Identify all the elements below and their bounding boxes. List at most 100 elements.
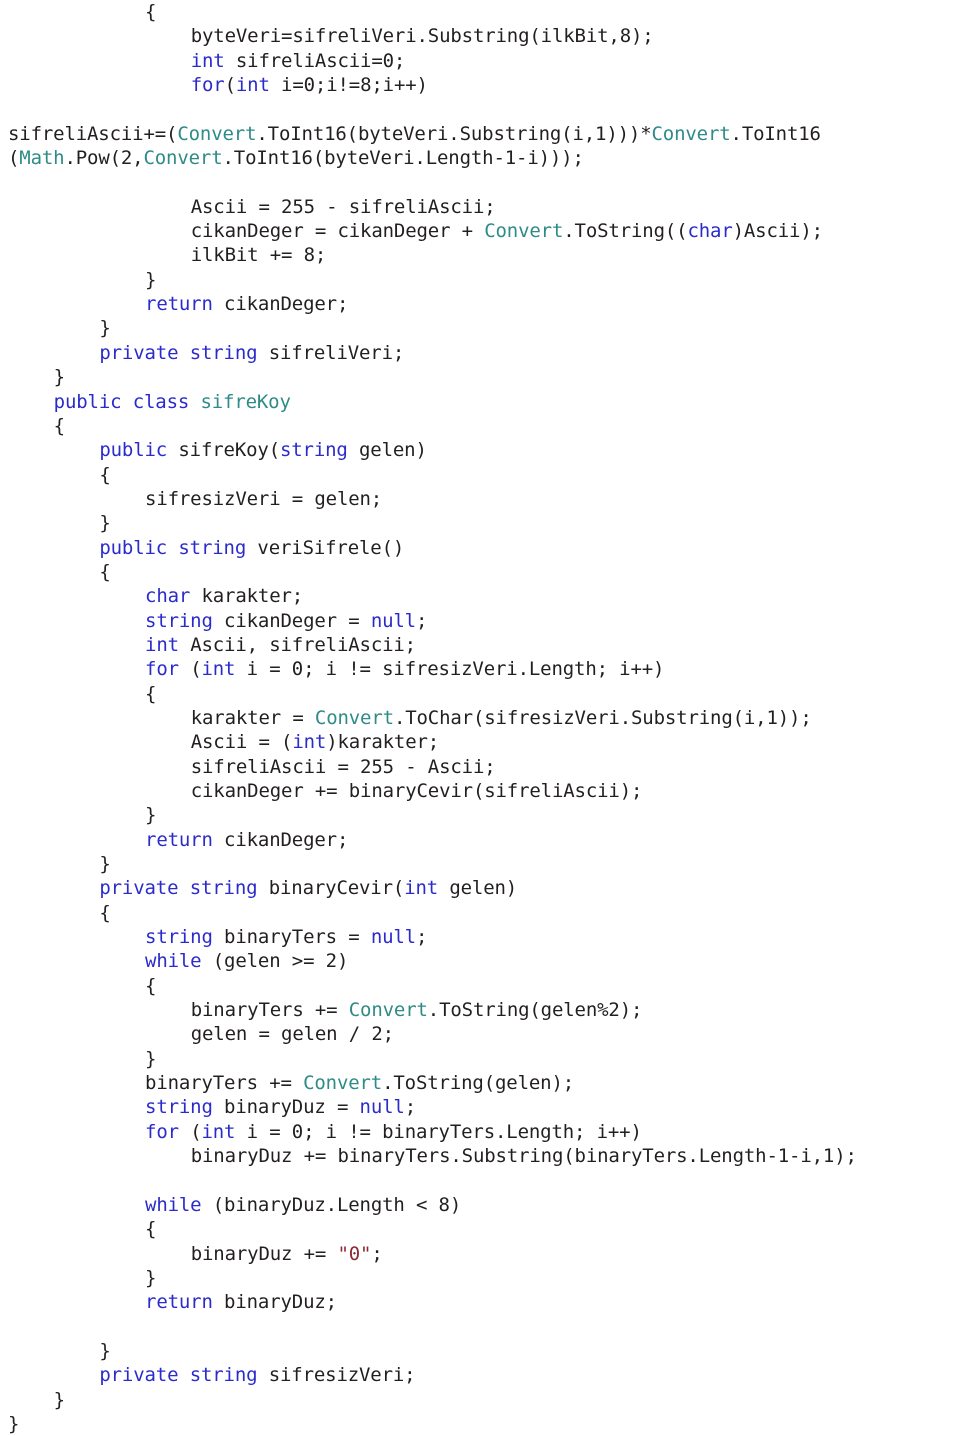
code-line: karakter = Convert.ToChar(sifresizVeri.S… — [0, 706, 960, 730]
code-token-pln: .Pow(2, — [64, 147, 144, 170]
code-line: private string sifreliVeri; — [0, 341, 960, 365]
code-token-kw: string — [178, 536, 247, 559]
code-token-pln: karakter; — [190, 585, 304, 608]
code-token-pln: .ToInt16(byteVeri.Length-1-i))); — [222, 147, 584, 170]
code-token-kw: int — [292, 731, 327, 754]
code-token-pln: sifresizVeri = gelen; — [145, 487, 383, 510]
code-token-pln: sifreliVeri; — [257, 341, 405, 364]
code-line: } — [0, 803, 960, 827]
code-token-pln: karakter = — [190, 706, 315, 729]
code-token-kw: string — [189, 341, 258, 364]
code-token-typ: Convert — [484, 220, 564, 243]
code-line: } — [0, 1339, 960, 1363]
code-token-pln: ( — [178, 1120, 202, 1143]
code-line: cikanDeger = cikanDeger + Convert.ToStri… — [0, 219, 960, 243]
code-token-pln: )Ascii); — [732, 220, 823, 243]
code-token-pln: cikanDeger += binaryCevir(sifreliAscii); — [190, 780, 643, 802]
code-line: } — [0, 1047, 960, 1071]
code-line: ilkBit += 8; — [0, 243, 960, 267]
code-line: (Math.Pow(2,Convert.ToInt16(byteVeri.Len… — [0, 146, 960, 170]
code-line: for (int i = 0; i != sifresizVeri.Length… — [0, 657, 960, 681]
code-line: binaryDuz += "0"; — [0, 1242, 960, 1266]
code-token-kw: for — [145, 1120, 179, 1143]
code-token-str: "0" — [337, 1242, 372, 1265]
code-token-typ: Convert — [177, 122, 257, 145]
code-token-pln: cikanDeger; — [212, 293, 349, 316]
code-line: for (int i = 0; i != binaryTers.Length; … — [0, 1120, 960, 1144]
code-token-kw: int — [201, 658, 236, 681]
code-line: } — [0, 1388, 960, 1412]
code-line: { — [0, 0, 960, 24]
code-line: while (gelen >= 2) — [0, 949, 960, 973]
code-token-pln: { — [53, 414, 65, 437]
code-line: private string binaryCevir(int gelen) — [0, 876, 960, 900]
code-token-pln — [189, 391, 200, 413]
code-token-pln: { — [145, 1, 157, 23]
code-token-kw: string — [189, 877, 258, 900]
code-token-typ: Convert — [303, 1072, 383, 1095]
code-line: sifresizVeri = gelen; — [0, 487, 960, 511]
code-token-kw: string — [279, 439, 348, 462]
code-line: } — [0, 268, 960, 292]
code-line: } — [0, 316, 960, 340]
code-token-kw: string — [189, 1364, 258, 1387]
code-token-pln — [121, 391, 132, 413]
code-token-pln: binaryDuz += binaryTers.Substring(binary… — [190, 1145, 857, 1168]
code-token-kw: string — [145, 926, 213, 949]
code-token-pln: { — [145, 974, 157, 997]
code-token-pln: veriSifrele() — [246, 536, 405, 559]
code-token-pln — [178, 342, 189, 364]
code-token-pln — [178, 877, 189, 899]
code-token-kw: return — [145, 828, 213, 851]
code-token-pln: cikanDeger = cikanDeger + — [190, 220, 485, 243]
code-line: { — [0, 974, 960, 998]
code-token-kw: public — [99, 536, 168, 559]
code-token-pln: ; — [415, 609, 428, 632]
code-token-pln: } — [53, 366, 65, 389]
code-line: return cikanDeger; — [0, 292, 960, 316]
code-token-pln: sifreKoy( — [167, 439, 280, 462]
code-token-pln: ; — [371, 1242, 383, 1265]
code-line: cikanDeger += binaryCevir(sifreliAscii); — [0, 779, 960, 803]
code-token-pln: { — [145, 1218, 157, 1241]
code-token-pln: ilkBit += 8; — [190, 244, 327, 267]
code-token-pln: sifreliAscii = 255 - Ascii; — [190, 755, 496, 778]
code-token-pln: ; — [415, 926, 428, 949]
code-token-pln: .ToString(gelen%2); — [427, 999, 643, 1022]
code-token-kw: private — [99, 341, 179, 364]
code-token-pln: .ToInt16(byteVeri.Substring(i,1)))* — [256, 122, 652, 145]
code-token-pln: binaryDuz = — [212, 1096, 360, 1119]
code-line: int sifreliAscii=0; — [0, 49, 960, 73]
code-token-kw: int — [145, 633, 179, 656]
code-line: { — [0, 901, 960, 925]
code-token-typ: Convert — [314, 706, 394, 729]
code-line: byteVeri=sifreliVeri.Substring(ilkBit,8)… — [0, 24, 960, 48]
code-line: string cikanDeger = null; — [0, 609, 960, 633]
code-token-pln: ( — [224, 74, 236, 97]
code-line: } — [0, 511, 960, 535]
code-line: for(int i=0;i!=8;i++) — [0, 73, 960, 97]
code-token-kw: for — [190, 74, 225, 97]
code-token-pln: ( — [8, 147, 20, 170]
code-token-pln: { — [145, 682, 157, 705]
code-token-pln: sifresizVeri; — [257, 1364, 416, 1387]
code-line: string binaryDuz = null; — [0, 1095, 960, 1119]
code-line: binaryTers += Convert.ToString(gelen%2); — [0, 998, 960, 1022]
code-token-typ: Convert — [348, 999, 428, 1022]
code-line: binaryDuz += binaryTers.Substring(binary… — [0, 1144, 960, 1168]
code-line: { — [0, 1217, 960, 1241]
code-token-typ: sifreKoy — [200, 390, 291, 413]
code-token-pln: } — [145, 268, 157, 291]
code-token-pln: ; — [404, 1096, 416, 1119]
code-line: while (binaryDuz.Length < 8) — [0, 1193, 960, 1217]
code-token-pln: } — [145, 804, 157, 827]
code-token-pln: .ToInt16 — [730, 122, 821, 145]
code-line: public class sifreKoy — [0, 390, 960, 414]
code-token-kw: int — [404, 877, 439, 900]
code-token-kw: null — [370, 926, 416, 949]
code-token-pln: gelen = gelen / 2; — [190, 1023, 394, 1046]
code-line: gelen = gelen / 2; — [0, 1022, 960, 1046]
code-token-pln: binaryTers += — [190, 999, 349, 1022]
